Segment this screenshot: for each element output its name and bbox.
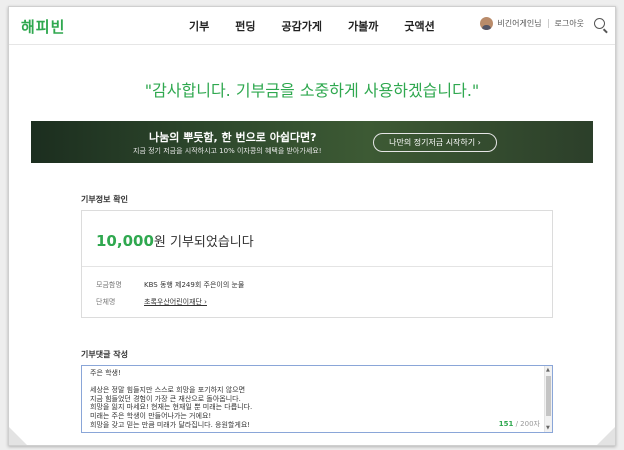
char-count-max: / 200자 bbox=[513, 420, 540, 428]
org-label: 단체명 bbox=[96, 298, 116, 306]
nav-item-good-action[interactable]: 굿액션 bbox=[404, 18, 434, 34]
avatar[interactable] bbox=[480, 17, 494, 30]
user-area: 비긴어게인님 로그아웃 bbox=[480, 17, 605, 30]
fundraiser-label: 모금함명 bbox=[96, 281, 122, 289]
org-row: 단체명 초록우산어린이재단 › bbox=[96, 297, 207, 307]
start-saving-button[interactable]: 나만의 정기저금 시작하기 › bbox=[373, 133, 497, 152]
nav-item-visit[interactable]: 가볼까 bbox=[348, 18, 378, 34]
main-nav: 기부 펀딩 공감가게 가볼까 굿액션 bbox=[189, 18, 461, 34]
org-link[interactable]: 초록우산어린이재단 › bbox=[144, 297, 207, 307]
amount-number: 10,000 bbox=[96, 232, 154, 250]
page-curl-corner bbox=[9, 427, 27, 445]
site-header: 해피빈 기부 펀딩 공감가게 가볼까 굿액션 비긴어게인님 로그아웃 bbox=[9, 7, 615, 45]
amount-suffix: 원 기부되었습니다 bbox=[153, 235, 254, 250]
donation-amount: 10,000원 기부되었습니다 bbox=[96, 231, 254, 250]
nav-item-funding[interactable]: 펀딩 bbox=[235, 18, 255, 34]
nav-item-donate[interactable]: 기부 bbox=[189, 18, 209, 34]
scroll-down-icon[interactable]: ▼ bbox=[546, 425, 550, 431]
logout-link[interactable]: 로그아웃 bbox=[555, 18, 584, 29]
site-logo[interactable]: 해피빈 bbox=[21, 16, 65, 37]
search-icon[interactable] bbox=[594, 18, 605, 29]
scroll-thumb[interactable] bbox=[546, 376, 551, 416]
section-title-donation-info: 기부정보 확인 bbox=[81, 195, 128, 204]
nav-item-store[interactable]: 공감가게 bbox=[282, 18, 322, 34]
banner-subtitle: 지금 정기 저금을 시작하시고 10% 이자콩의 혜택을 받아가세요! bbox=[133, 147, 322, 155]
promo-banner: 나눔의 뿌듯함, 한 번으로 아쉽다면? 지금 정기 저금을 시작하시고 10%… bbox=[31, 121, 593, 163]
donation-info-card: 10,000원 기부되었습니다 모금함명 KBS 동행 제249회 주은이의 눈… bbox=[81, 210, 553, 318]
browser-frame: 해피빈 기부 펀딩 공감가게 가볼까 굿액션 비긴어게인님 로그아웃 "감사합니… bbox=[8, 6, 616, 446]
thanks-message: "감사합니다. 기부금을 소중하게 사용하겠습니다." bbox=[144, 81, 480, 100]
divider bbox=[82, 266, 552, 267]
banner-title: 나눔의 뿌듯함, 한 번으로 아쉽다면? bbox=[149, 131, 317, 144]
divider bbox=[547, 19, 549, 28]
fundraiser-value: KBS 동행 제249회 주은이의 눈물 bbox=[144, 281, 245, 289]
page-curl-corner bbox=[597, 427, 615, 445]
user-name[interactable]: 비긴어게인님 bbox=[497, 18, 541, 29]
comment-text[interactable]: 주은 학생! 세상은 정말 힘들지만 스스로 희망을 포기하지 않으면 지금 힘… bbox=[90, 369, 540, 429]
char-count-current: 151 bbox=[498, 420, 514, 428]
section-title-comment: 기부댓글 작성 bbox=[81, 350, 128, 359]
fundraiser-row: 모금함명 KBS 동행 제249회 주은이의 눈물 bbox=[96, 280, 244, 290]
comment-textarea[interactable]: 주은 학생! 세상은 정말 힘들지만 스스로 희망을 포기하지 않으면 지금 힘… bbox=[81, 365, 553, 433]
scroll-up-icon[interactable]: ▲ bbox=[546, 367, 550, 373]
comment-scrollbar[interactable]: ▲ ▼ bbox=[544, 366, 552, 432]
char-counter: 151 / 200자 bbox=[499, 419, 540, 429]
